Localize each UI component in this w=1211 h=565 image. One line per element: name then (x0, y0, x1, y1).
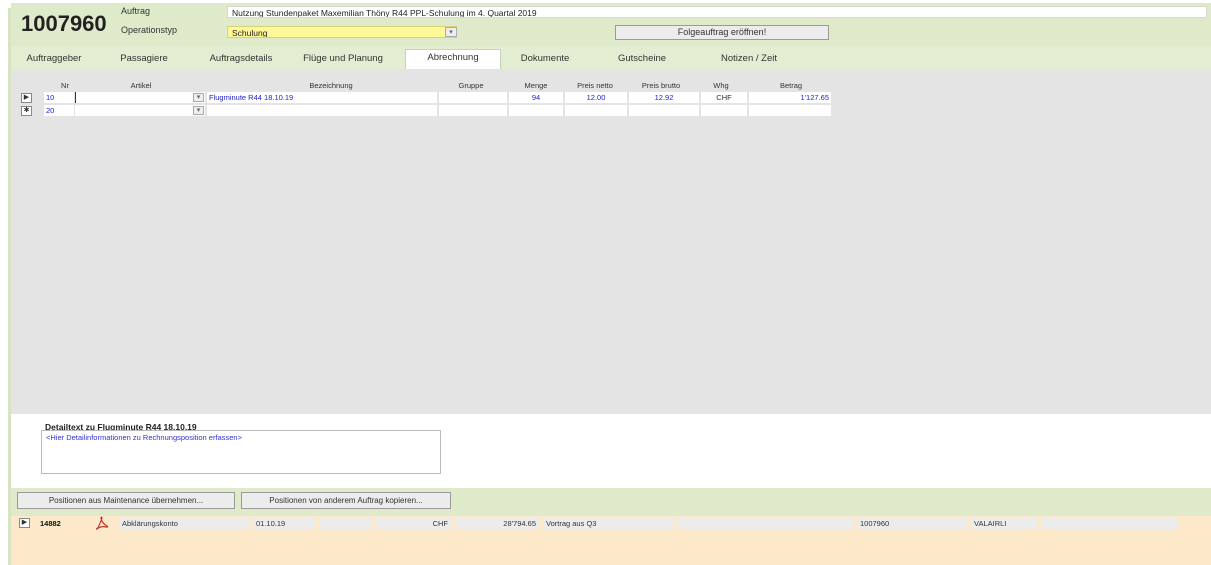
cell-preis-brutto[interactable] (629, 105, 699, 116)
folgeauftrag-button[interactable]: Folgeauftrag eröffnen! (615, 25, 829, 40)
cell-bezeichnung[interactable]: Flugminute R44 18.10.19 (207, 92, 437, 103)
tab-auftragsdetails[interactable]: Auftragsdetails (199, 51, 283, 67)
tab-passagiere[interactable]: Passagiere (107, 51, 181, 67)
cell-betrag[interactable] (749, 105, 831, 116)
row-selector[interactable]: ▶ (21, 93, 32, 103)
chevron-down-icon[interactable]: ▾ (193, 106, 204, 115)
detail-textarea[interactable]: <Hier Detailinformationen zu Rechnungspo… (41, 430, 441, 474)
account-text: Vortrag aus Q3 (543, 518, 673, 529)
column-header-nr: Nr (61, 81, 69, 90)
order-number: 1007960 (21, 11, 107, 36)
account-panel: ▶ 14882 Abklärungskonto 01.10.19 CHF 28'… (11, 516, 1211, 565)
operationstyp-select[interactable]: Schulung (227, 26, 457, 38)
column-header-gruppe: Gruppe (458, 81, 484, 90)
cell-menge[interactable] (509, 105, 563, 116)
operationstyp-label: Operationstyp (121, 25, 178, 35)
pdf-icon[interactable] (95, 516, 109, 530)
column-header-menge: Menge (524, 81, 548, 90)
chevron-down-icon[interactable]: ▾ (445, 27, 457, 37)
tab-fluege-und-planung[interactable]: Flüge und Planung (283, 51, 403, 67)
maintenance-import-button[interactable]: Positionen aus Maintenance übernehmen... (17, 492, 235, 509)
account-empty-2 (677, 518, 853, 529)
cell-artikel[interactable] (75, 92, 205, 103)
order-header: 1007960 Auftrag Operationstyp Nutzung St… (11, 3, 1211, 46)
account-amount: 28'794.65 (455, 518, 539, 529)
cell-gruppe[interactable] (439, 105, 507, 116)
account-id: 14882 (40, 519, 61, 528)
column-header-preis-netto: Preis netto (577, 81, 613, 90)
column-header-whg: Whg (713, 81, 729, 90)
cell-artikel[interactable] (75, 105, 205, 116)
account-order-ref: 1007960 (857, 518, 967, 529)
tab-gutscheine[interactable]: Gutscheine (597, 51, 687, 67)
cell-preis-netto[interactable] (565, 105, 627, 116)
cell-whg[interactable]: CHF (701, 92, 747, 103)
account-date: 01.10.19 (253, 518, 315, 529)
account-user: VALAIRLI (971, 518, 1037, 529)
cell-preis-brutto[interactable]: 12.92 (629, 92, 699, 103)
tab-dokumente[interactable]: Dokumente (505, 51, 585, 67)
abrechnung-grid: Nr Artikel Bezeichnung Gruppe Menge Prei… (11, 69, 1211, 414)
cell-gruppe[interactable] (439, 92, 507, 103)
column-header-betrag: Betrag (779, 81, 803, 90)
cell-nr[interactable]: 20 (44, 105, 74, 116)
auftrag-title-field[interactable]: Nutzung Stundenpaket Maxemilian Thöny R4… (227, 6, 1207, 18)
copy-positions-button[interactable]: Positionen von anderem Auftrag kopieren.… (241, 492, 451, 509)
action-bar: Positionen aus Maintenance übernehmen...… (11, 488, 1211, 516)
column-header-artikel: Artikel (130, 81, 152, 90)
cell-whg[interactable] (701, 105, 747, 116)
auftrag-label: Auftrag (121, 6, 151, 16)
cell-betrag[interactable]: 1'127.65 (749, 92, 831, 103)
account-empty-1 (319, 518, 371, 529)
account-empty-3 (1041, 518, 1177, 529)
column-header-preis-brutto: Preis brutto (641, 81, 681, 90)
account-name: Abklärungskonto (119, 518, 249, 529)
cell-bezeichnung[interactable] (207, 105, 437, 116)
tab-auftraggeber[interactable]: Auftraggeber (15, 51, 93, 67)
detail-section: Detailtext zu Flugminute R44 18.10.19 <H… (11, 414, 1211, 488)
column-header-bezeichnung: Bezeichnung (309, 81, 353, 90)
cell-nr[interactable]: 10 (44, 92, 74, 103)
row-selector[interactable]: ▶ (19, 518, 30, 528)
row-selector[interactable]: ✱ (21, 106, 32, 116)
tab-bar: Auftraggeber Passagiere Auftragsdetails … (11, 46, 1211, 69)
tab-notizen-zeit[interactable]: Notizen / Zeit (701, 51, 797, 67)
cell-menge[interactable]: 94 (509, 92, 563, 103)
account-currency: CHF (375, 518, 451, 529)
cell-preis-netto[interactable]: 12.00 (565, 92, 627, 103)
chevron-down-icon[interactable]: ▾ (193, 93, 204, 102)
tab-abrechnung[interactable]: Abrechnung (405, 49, 501, 69)
